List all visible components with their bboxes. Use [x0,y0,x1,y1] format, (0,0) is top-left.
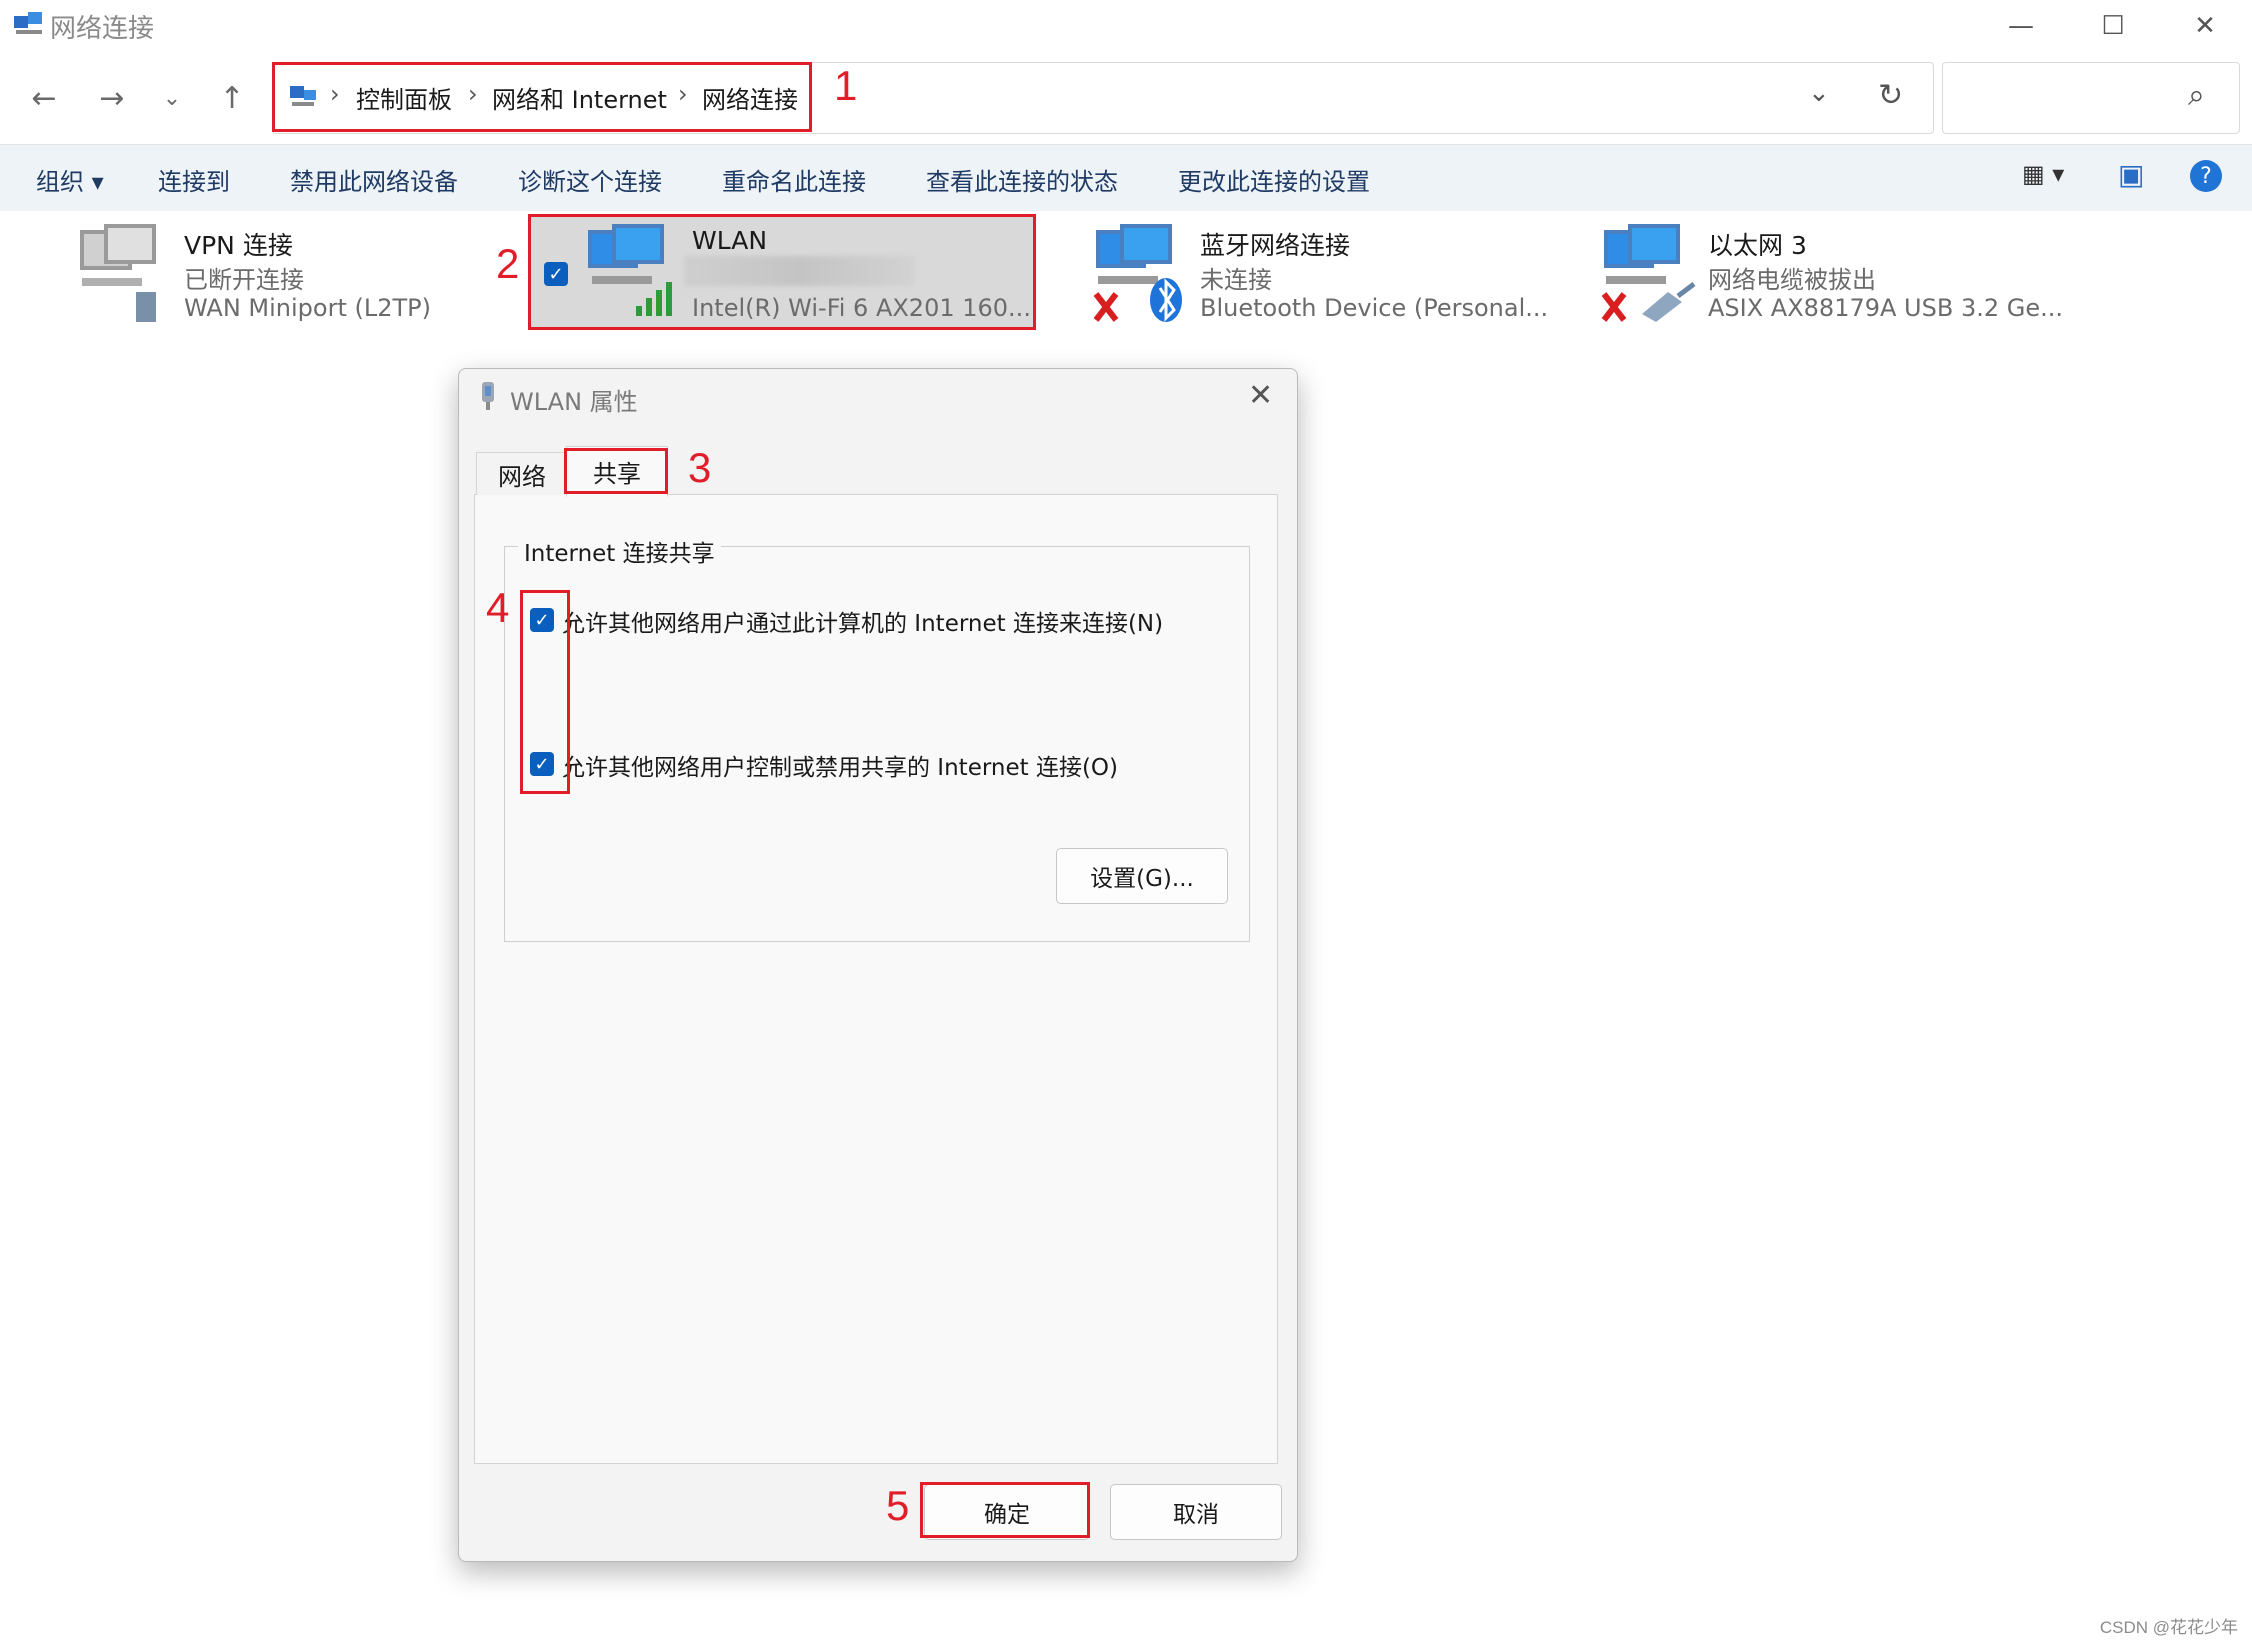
organize-menu[interactable]: 组织 ▾ [36,162,104,197]
bluetooth-connection-device: Bluetooth Device (Personal... [1200,294,1549,322]
refresh-icon[interactable]: ↻ [1878,78,1903,113]
address-dropdown-icon[interactable]: ⌄ [1808,78,1830,108]
bluetooth-connection-icon [1093,224,1182,322]
annotation-number-4: 4 [486,584,510,631]
close-window-button[interactable]: ✕ [2158,0,2252,52]
annotation-number-1: 1 [834,62,858,109]
title-bar [0,0,2252,52]
up-arrow-icon[interactable]: ↑ [212,78,252,118]
vpn-connection-icon [80,224,156,322]
cancel-button[interactable]: 取消 [1110,1484,1282,1540]
search-icon: ⌕ [2188,78,2205,113]
ethernet-connection-status: 网络电缆被拔出 [1708,266,1876,294]
recent-locations-icon[interactable]: ⌄ [152,78,192,118]
minimize-button[interactable]: — [1974,0,2068,52]
allow-control-label: 允许其他网络用户控制或禁用共享的 Internet 连接(O) [562,755,1118,781]
ethernet-connection-name[interactable]: 以太网 3 [1708,226,1807,262]
tab-network[interactable]: 网络 [476,452,568,495]
connect-to-command[interactable]: 连接到 [158,162,230,197]
annotation-box-2 [528,214,1036,330]
bluetooth-connection-status: 未连接 [1200,266,1272,294]
dialog-title: WLAN 属性 [510,388,638,416]
view-layout-icon[interactable]: ▦ ▾ [2022,160,2064,188]
window-title: 网络连接 [50,14,155,44]
ethernet-connection-icon [1601,224,1696,322]
ethernet-connection-device: ASIX AX88179A USB 3.2 Ge... [1708,294,2063,322]
disable-device-command[interactable]: 禁用此网络设备 [290,162,458,197]
diagnose-command[interactable]: 诊断这个连接 [518,162,662,197]
back-arrow-icon[interactable]: ← [24,78,64,118]
dialog-close-icon[interactable]: ✕ [1248,378,1273,413]
annotation-box-1 [272,62,812,132]
annotation-box-5 [920,1482,1090,1538]
wlan-adapter-icon [482,382,494,410]
vpn-connection-name[interactable]: VPN 连接 [184,226,293,262]
ics-group-title: Internet 连接共享 [518,534,721,568]
watermark-text: CSDN @花花少年 [2099,1618,2238,1637]
forward-arrow-icon[interactable]: → [92,78,132,118]
network-connections-icon [14,12,42,34]
vpn-connection-status: 已断开连接 [184,266,304,294]
settings-button[interactable]: 设置(G)... [1056,848,1228,904]
change-settings-command[interactable]: 更改此连接的设置 [1178,162,1370,197]
bluetooth-connection-name[interactable]: 蓝牙网络连接 [1200,226,1350,262]
annotation-box-4 [520,590,570,794]
vpn-connection-device: WAN Miniport (L2TP) [184,294,431,322]
annotation-number-5: 5 [886,1482,910,1529]
help-icon[interactable]: ? [2190,160,2222,192]
annotation-box-3 [564,448,668,494]
annotation-number-3: 3 [688,444,712,491]
rename-command[interactable]: 重命名此连接 [722,162,866,197]
view-status-command[interactable]: 查看此连接的状态 [926,162,1118,197]
maximize-button[interactable]: ☐ [2066,0,2160,52]
preview-pane-icon[interactable]: ▣ [2118,158,2144,191]
annotation-number-2: 2 [496,240,520,287]
allow-connection-label: 允许其他网络用户通过此计算机的 Internet 连接来连接(N) [562,611,1164,637]
